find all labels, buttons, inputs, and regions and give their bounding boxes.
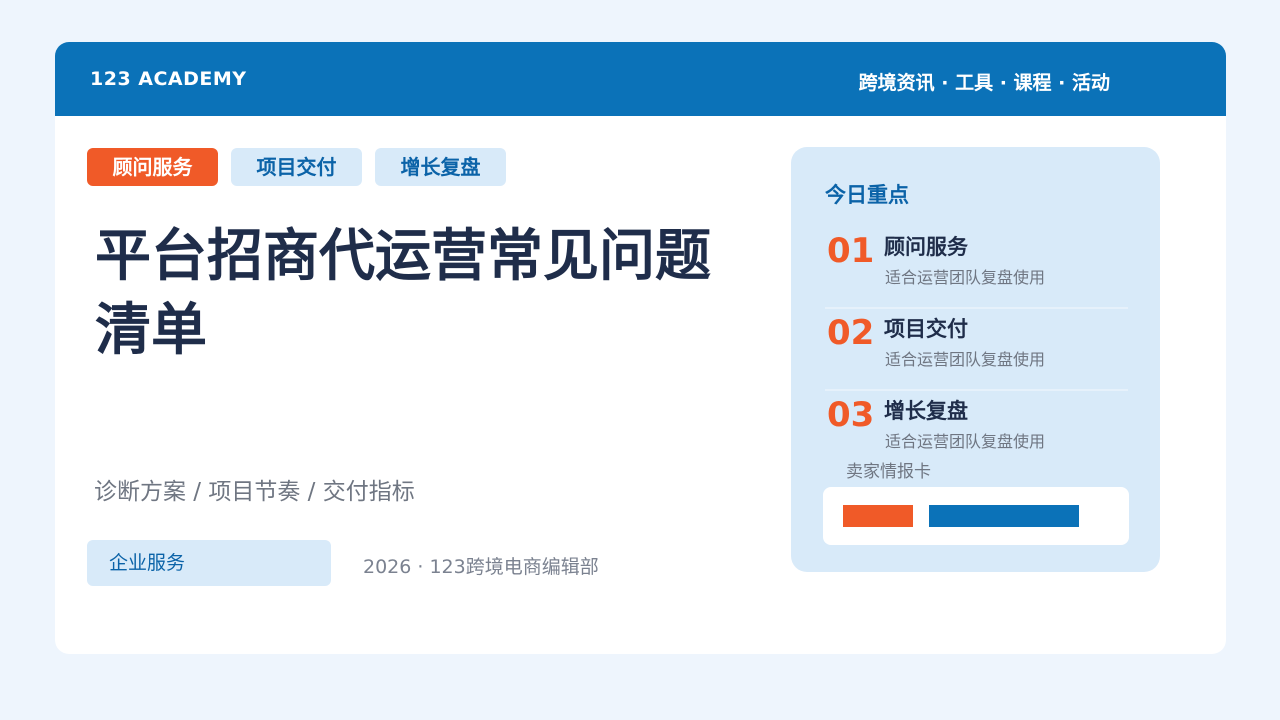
item-number: 02 (827, 313, 875, 353)
item-number: 01 (827, 231, 875, 271)
item-name: 项目交付 (884, 317, 968, 341)
category-badge[interactable]: 企业服务 (87, 540, 331, 586)
item-description: 适合运营团队复盘使用 (885, 268, 1046, 287)
top-nav[interactable]: 跨境资讯 · 工具 · 课程 · 活动 (859, 68, 1110, 95)
hero-card: 123 ACADEMY 跨境资讯 · 工具 · 课程 · 活动 顾问服务 项目交… (55, 42, 1226, 654)
item-name: 增长复盘 (884, 399, 968, 423)
item-description: 适合运营团队复盘使用 (885, 350, 1046, 369)
item-description: 适合运营团队复盘使用 (885, 432, 1046, 451)
tag-delivery[interactable]: 项目交付 (231, 148, 362, 186)
seller-card-label: 卖家情报卡 (846, 462, 931, 482)
item-name: 顾问服务 (884, 235, 968, 259)
item-number: 03 (827, 395, 875, 435)
panel-title: 今日重点 (825, 183, 909, 207)
blue-bar-decoration (929, 505, 1079, 527)
publisher-note: 2026 · 123跨境电商编辑部 (363, 556, 599, 578)
seller-intel-card[interactable] (823, 487, 1129, 545)
page-title: 平台招商代运营常见问题清单 (95, 224, 711, 363)
tag-consulting[interactable]: 顾问服务 (87, 148, 218, 186)
highlight-item[interactable]: 02 项目交付 适合运营团队复盘使用 (825, 309, 1128, 391)
top-bar: 123 ACADEMY 跨境资讯 · 工具 · 课程 · 活动 (55, 42, 1226, 116)
tag-growth-review[interactable]: 增长复盘 (375, 148, 506, 186)
orange-bar-decoration (843, 505, 913, 527)
highlights-panel: 今日重点 01 顾问服务 适合运营团队复盘使用 02 项目交付 适合运营团队复盘… (791, 147, 1160, 572)
page-subtitle: 诊断方案 / 项目节奏 / 交付指标 (94, 479, 415, 505)
brand-logo-text[interactable]: 123 ACADEMY (90, 68, 247, 90)
highlight-item[interactable]: 01 顾问服务 适合运营团队复盘使用 (825, 227, 1128, 309)
